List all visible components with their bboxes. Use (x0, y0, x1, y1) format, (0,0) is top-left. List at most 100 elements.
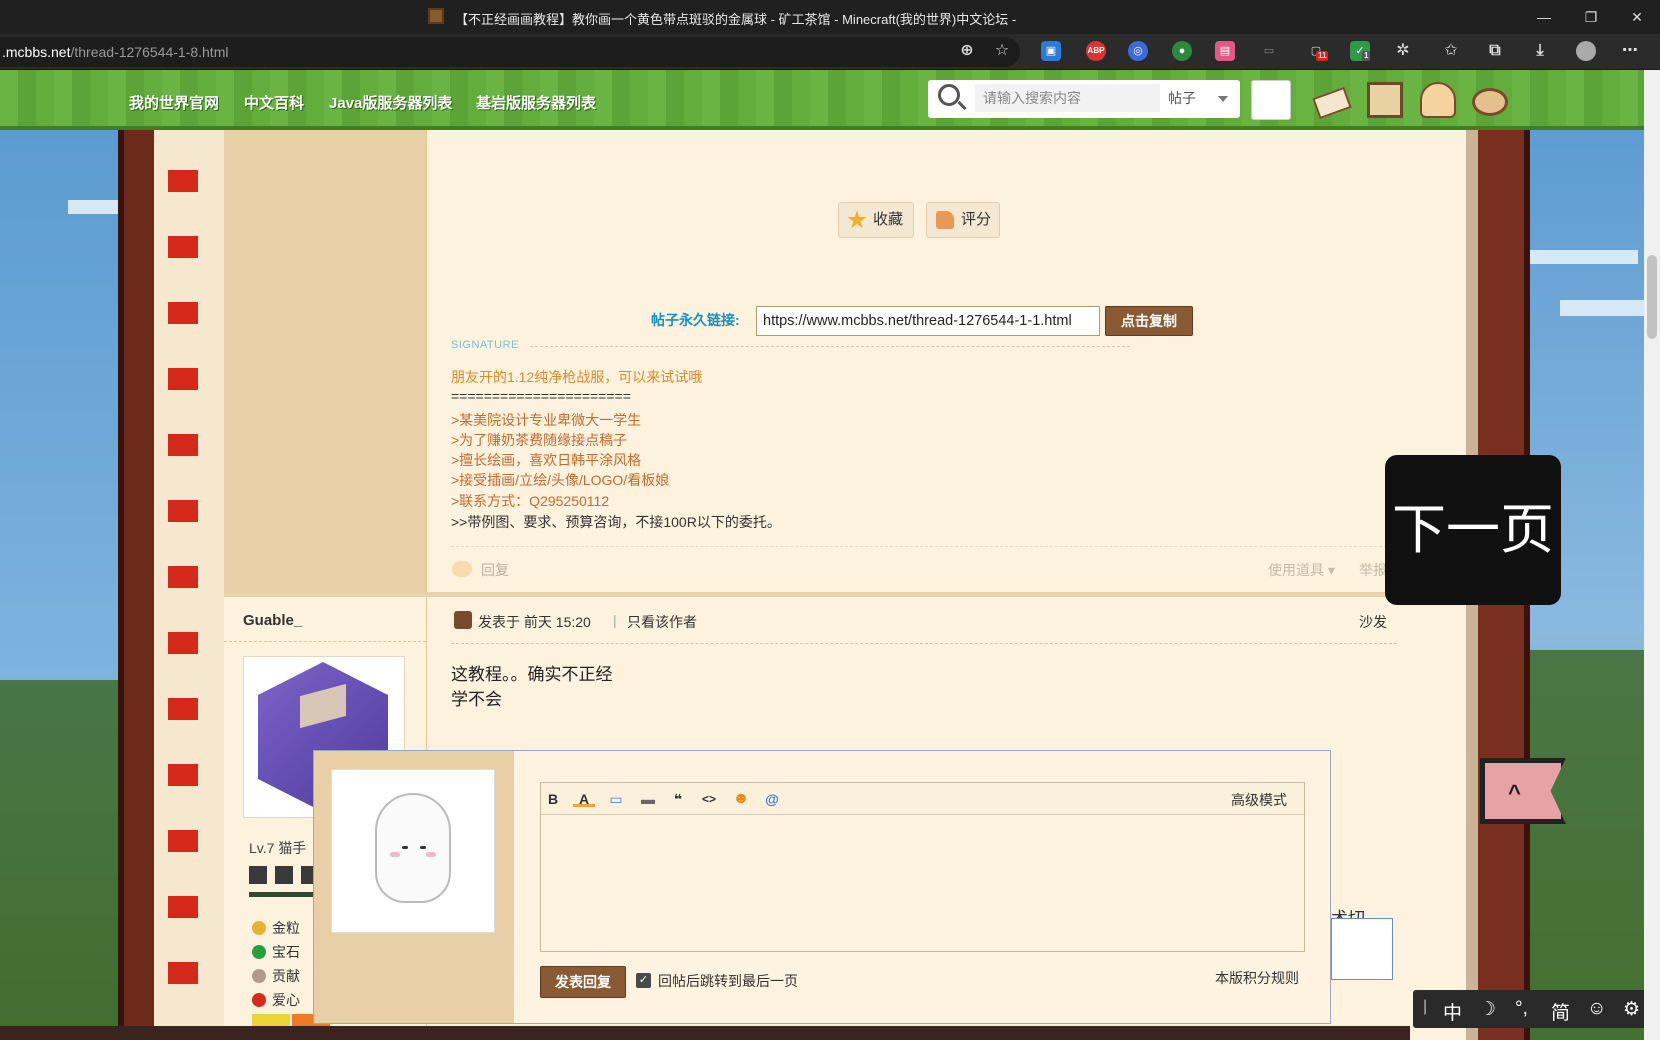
emoji-icon[interactable]: ☺ (1587, 998, 1606, 1020)
settings-icon[interactable]: ⚙ (1623, 998, 1640, 1021)
profile-icon[interactable] (1420, 82, 1456, 118)
author-medals (249, 866, 319, 884)
site-favicon-icon (428, 8, 444, 24)
post-timestamp: 发表于 前天 15:20 (478, 614, 591, 630)
favorite-button[interactable]: 收藏 (838, 202, 914, 238)
nav-link-wiki[interactable]: 中文百科 (244, 92, 304, 113)
stat-gold: 金粒 (272, 920, 300, 936)
extensions-puzzle-icon[interactable]: ✲ (1393, 41, 1413, 61)
insert-attachment-button[interactable]: ▬ (637, 789, 659, 809)
signature-line: >某美院设计专业卑微大一学生 (451, 412, 642, 428)
nav-link-bedrock-servers[interactable]: 基岩版服务器列表 (476, 92, 596, 113)
quote-button[interactable]: ❝ (667, 789, 689, 809)
extension-bilibili-icon[interactable]: ▣ (1041, 41, 1061, 61)
scrollbar-thumb[interactable] (1647, 255, 1657, 339)
author-level: Lv.7 猫手 (249, 840, 307, 856)
use-tools-menu[interactable]: 使用道具 ▾ (1268, 560, 1335, 580)
download-icon[interactable]: ⤓ (1530, 41, 1550, 61)
submit-reply-button[interactable]: 发表回复 (540, 966, 626, 998)
more-menu-icon[interactable]: ⋯ (1620, 41, 1640, 61)
background-foliage (0, 680, 118, 1040)
gold-nugget-icon (252, 921, 266, 935)
author-name[interactable]: Guable_ (243, 612, 302, 629)
signature-line: >>带例图、要求、预算咨询，不接100R以下的委托。 (451, 514, 781, 530)
contribution-icon (252, 969, 266, 983)
extension-grey-icon[interactable]: ▭ (1259, 41, 1279, 61)
rate-button[interactable]: 评分 (926, 202, 1000, 238)
extension-pink-icon[interactable]: ▤ (1215, 41, 1235, 61)
signature-line: ====================== (451, 388, 631, 404)
user-avatar[interactable] (1251, 80, 1291, 120)
search-input[interactable] (975, 84, 1160, 112)
author-divider (224, 641, 426, 642)
floor-number[interactable]: 沙发 (1359, 612, 1387, 632)
post-content-line: 学不会 (451, 690, 502, 709)
post-header-divider (451, 643, 1397, 644)
jump-last-page-label: 回帖后跳转到最后一页 (658, 973, 798, 989)
browser-titlebar: 【不正经画画教程】教你画一个黄色带点斑驳的金属球 - 矿工茶馆 - Minecr… (0, 0, 1660, 34)
extension-shield-icon[interactable]: ✓ 1 (1350, 41, 1371, 61)
ime-cursor: | (1423, 998, 1428, 1015)
zoom-icon[interactable]: ⊕ (957, 41, 977, 61)
search-icon[interactable] (938, 84, 960, 106)
rate-label: 评分 (961, 211, 992, 228)
profile-avatar-icon[interactable] (1576, 41, 1596, 61)
emoji-button[interactable]: ☻ (730, 789, 752, 809)
insert-image-button[interactable]: ▭ (605, 789, 627, 809)
mini-avatar (1331, 918, 1393, 980)
background-cloud (1528, 250, 1638, 264)
stat-love: 爱心 (272, 992, 300, 1008)
code-button[interactable]: <> (698, 789, 720, 809)
points-rules-link[interactable]: 本版积分规则 (1215, 968, 1299, 988)
reply-textarea[interactable] (542, 818, 1303, 950)
nav-link-java-servers[interactable]: Java版服务器列表 (329, 92, 452, 113)
stat-gem: 宝石 (272, 944, 300, 960)
moon-icon[interactable]: ☽ (1479, 998, 1496, 1021)
background-cloud (68, 200, 118, 214)
page-frame-left (118, 130, 154, 1040)
extension-translate-icon[interactable]: ◎ (1128, 41, 1148, 61)
permalink-field[interactable] (756, 306, 1100, 336)
mention-button[interactable]: @ (761, 789, 783, 809)
stat-contribution: 贡献 (272, 968, 300, 984)
thumbs-up-icon (936, 211, 954, 229)
close-button[interactable]: ✕ (1626, 6, 1648, 28)
restore-button[interactable]: ❐ (1580, 6, 1602, 28)
page-scrollbar[interactable] (1644, 70, 1660, 1040)
only-author-link[interactable]: 只看该作者 (627, 612, 697, 632)
reply-link[interactable]: 回复 (481, 560, 509, 580)
extension-record-icon[interactable]: ● (1172, 41, 1192, 61)
signature-line: >为了赚奶茶费随缘接点稿子 (451, 432, 628, 448)
permalink-label: 帖子永久链接: (651, 312, 740, 328)
bold-button[interactable]: B (542, 789, 564, 809)
font-color-button[interactable]: A (573, 789, 595, 807)
copy-link-button[interactable]: 点击复制 (1105, 306, 1193, 336)
inventory-icon[interactable] (1367, 82, 1403, 118)
next-page-button[interactable]: 下一页 (1385, 455, 1561, 605)
background-foliage (1528, 650, 1644, 1040)
signature-line[interactable]: 朋友开的1.12纯净枪战服，可以来试试哦 (451, 367, 702, 387)
report-link[interactable]: 举报 (1359, 560, 1387, 580)
ime-mode-toggle[interactable]: 中 (1443, 998, 1462, 1025)
url-text: .mcbbs.net/thread-1276544-1-8.html (2, 44, 229, 60)
collections-icon[interactable]: ⧉ (1485, 41, 1505, 61)
star-icon (847, 210, 867, 229)
extension-chat-icon[interactable]: ▢11 (1306, 41, 1329, 61)
simplified-toggle[interactable]: 简 (1551, 998, 1570, 1025)
url-field[interactable]: .mcbbs.net/thread-1276544-1-8.html (0, 37, 1020, 67)
jump-last-page-checkbox[interactable]: ✓ (636, 973, 651, 988)
post-actions-divider (451, 546, 1397, 547)
nav-link-official-site[interactable]: 我的世界官网 (129, 92, 219, 113)
adblock-icon[interactable]: ABP (1086, 41, 1106, 61)
pink-flag-icon[interactable]: ^ (1480, 758, 1566, 824)
favorites-icon[interactable]: ✩ (1441, 41, 1461, 61)
punctuation-toggle[interactable]: °, (1515, 998, 1528, 1020)
minimize-button[interactable]: — (1533, 6, 1555, 28)
palette-icon[interactable] (1472, 88, 1508, 116)
add-favorite-icon[interactable]: ☆ (992, 41, 1012, 61)
author-progress-bar (249, 892, 319, 897)
page-frame-redstone (154, 130, 224, 1040)
favorite-label: 收藏 (873, 211, 904, 228)
advanced-mode-link[interactable]: 高级模式 (1231, 790, 1287, 810)
reply-icon (452, 561, 472, 577)
